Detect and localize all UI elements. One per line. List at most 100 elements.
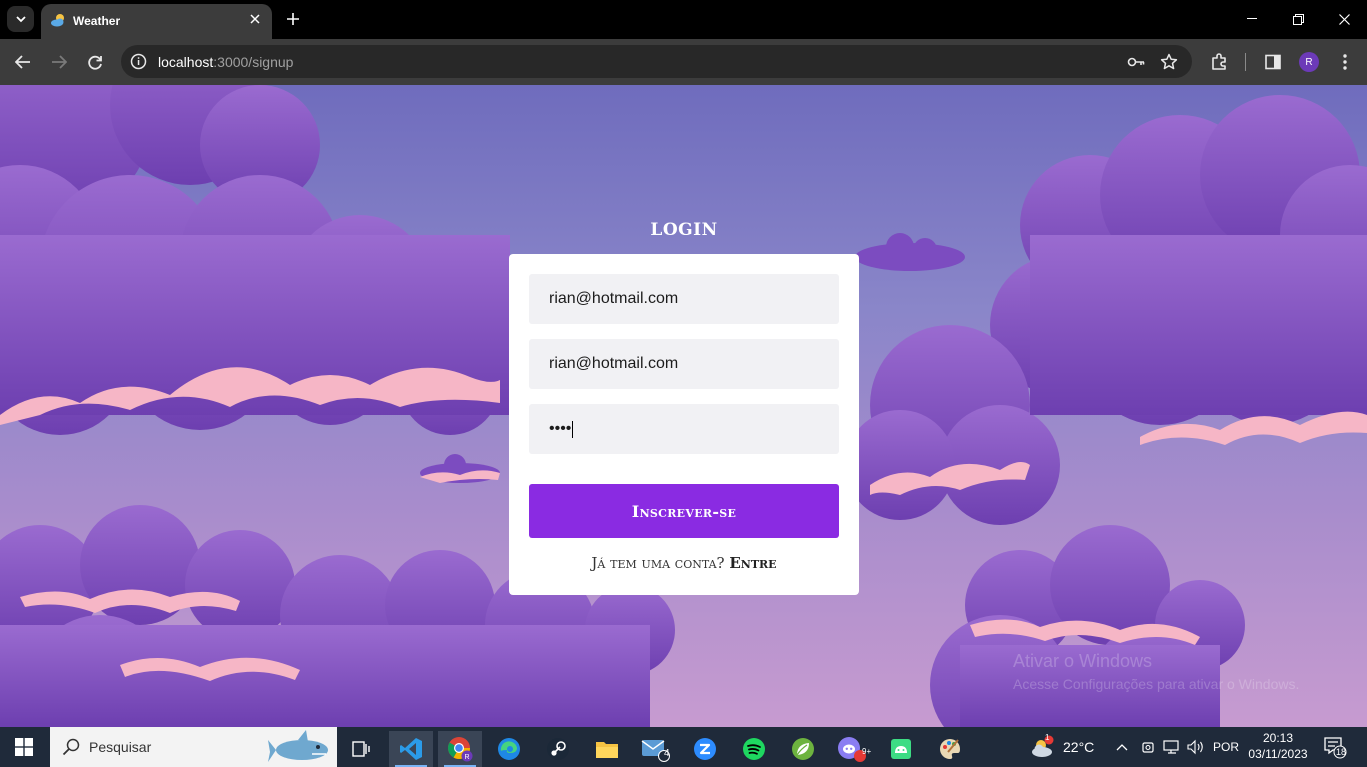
chrome-icon: R xyxy=(448,737,473,762)
reload-icon xyxy=(87,55,102,70)
folder-icon xyxy=(596,742,618,758)
camera-icon xyxy=(1142,742,1154,753)
plus-icon xyxy=(287,13,299,25)
extensions-button[interactable] xyxy=(1207,50,1231,74)
login-link[interactable]: Entre xyxy=(729,554,776,572)
url-host: localhost xyxy=(158,54,214,70)
more-vert-icon xyxy=(1343,54,1347,70)
weather-badge: 1 xyxy=(1045,733,1050,742)
spotify-icon xyxy=(743,738,765,760)
weather-favicon-icon xyxy=(51,14,64,27)
arrow-right-icon xyxy=(52,55,67,69)
system-clock[interactable]: 20:13 03/11/2023 xyxy=(1245,730,1311,762)
text-caret xyxy=(572,420,574,438)
taskbar-paint[interactable] xyxy=(928,731,972,767)
taskbar-spring-tool[interactable] xyxy=(781,731,825,767)
weather-cloud-icon xyxy=(1032,735,1054,757)
password-input[interactable]: •••• xyxy=(529,404,839,454)
password-input-value: •••• xyxy=(549,420,572,437)
task-view-icon xyxy=(352,741,370,757)
browser-toolbar: localhost:3000/signup R xyxy=(0,39,1367,85)
taskbar-spotify[interactable] xyxy=(732,731,776,767)
restore-button[interactable] xyxy=(1284,6,1312,32)
window-close-button[interactable] xyxy=(1330,6,1358,32)
notification-center-button[interactable]: 18 xyxy=(1323,727,1347,767)
taskbar-zoom[interactable] xyxy=(683,731,727,767)
new-tab-button[interactable] xyxy=(282,8,304,30)
notification-count: 18 xyxy=(1335,747,1346,757)
taskbar-edge[interactable] xyxy=(487,731,531,767)
email-input-value: rian@hotmail.com xyxy=(549,355,679,372)
tab-close-button[interactable] xyxy=(246,10,264,28)
windows-activation-subtitle: Acesse Configurações para ativar o Windo… xyxy=(1013,676,1300,692)
signup-page: Ativar o Windows Acesse Configurações pa… xyxy=(0,85,1367,727)
edge-icon xyxy=(498,738,520,760)
speaker-icon xyxy=(1187,739,1203,755)
weather-temperature: 22°C xyxy=(1063,739,1095,755)
login-switch-text: Já tem uma conta? xyxy=(591,554,725,572)
form-heading: LOGIN xyxy=(650,220,718,240)
minimize-icon xyxy=(1247,18,1257,19)
taskbar-chrome[interactable]: R xyxy=(438,731,482,767)
spring-leaf-icon xyxy=(792,738,814,760)
site-info-icon[interactable] xyxy=(130,53,147,70)
taskbar-android-studio[interactable] xyxy=(879,731,923,767)
name-input-value: rian@hotmail.com xyxy=(549,290,679,307)
taskbar-discord[interactable]: 9+ xyxy=(830,731,874,767)
meet-now-icon-button[interactable] xyxy=(1141,727,1155,767)
volume-button[interactable] xyxy=(1187,727,1205,767)
name-input[interactable]: rian@hotmail.com xyxy=(529,274,839,324)
zoom-icon xyxy=(694,738,716,760)
windows-logo-icon xyxy=(15,738,33,756)
taskbar-steam[interactable] xyxy=(536,731,580,767)
steam-icon xyxy=(547,738,569,760)
windows-activation-title: Ativar o Windows xyxy=(1013,651,1153,671)
task-view-button[interactable] xyxy=(339,731,383,767)
weather-widget[interactable]: 1 22°C xyxy=(1029,727,1094,767)
search-icon xyxy=(62,738,80,756)
taskbar-mail[interactable]: 4 xyxy=(634,731,678,767)
close-icon xyxy=(1338,13,1350,25)
show-hidden-icons-button[interactable] xyxy=(1116,727,1128,767)
forward-button[interactable] xyxy=(47,50,71,74)
chevron-down-icon xyxy=(15,15,26,22)
arrow-left-icon xyxy=(15,55,30,69)
taskbar-vscode[interactable] xyxy=(389,731,433,767)
browser-tab-weather[interactable]: Weather xyxy=(41,4,272,39)
svg-text:R: R xyxy=(464,754,469,761)
tab-title: Weather xyxy=(73,14,121,28)
star-icon[interactable] xyxy=(1160,53,1178,71)
browser-tab-strip: Weather xyxy=(0,0,1367,39)
url-text: localhost:3000/signup xyxy=(158,54,293,70)
minimize-button[interactable] xyxy=(1238,6,1266,32)
puzzle-icon xyxy=(1212,53,1226,70)
taskbar-search-placeholder: Pesquisar xyxy=(89,739,152,755)
discord-badge: 9+ xyxy=(862,747,872,756)
android-studio-icon xyxy=(891,739,911,759)
signup-card: rian@hotmail.com rian@hotmail.com •••• I… xyxy=(509,254,859,595)
search-highlight-shark-icon xyxy=(268,730,328,762)
paint-palette-icon xyxy=(940,739,960,759)
reload-button[interactable] xyxy=(83,50,107,74)
key-icon[interactable] xyxy=(1127,53,1145,71)
mail-badge: 4 xyxy=(664,748,670,759)
address-bar[interactable]: localhost:3000/signup xyxy=(121,45,1192,78)
network-icon xyxy=(1163,740,1179,754)
input-language[interactable]: POR xyxy=(1213,727,1239,767)
back-button[interactable] xyxy=(11,50,35,74)
start-button[interactable] xyxy=(0,727,48,767)
url-path: :3000/signup xyxy=(213,54,294,70)
email-input[interactable]: rian@hotmail.com xyxy=(529,339,839,389)
clock-time: 20:13 xyxy=(1262,731,1294,745)
close-icon xyxy=(250,14,260,24)
tab-search-button[interactable] xyxy=(7,6,34,32)
browser-menu-button[interactable] xyxy=(1333,50,1357,74)
restore-icon xyxy=(1292,13,1304,25)
taskbar-file-explorer[interactable] xyxy=(585,731,629,767)
chevron-up-icon xyxy=(1116,744,1128,751)
profile-avatar[interactable]: R xyxy=(1299,52,1319,72)
taskbar-search-box[interactable]: Pesquisar xyxy=(50,727,337,767)
signup-submit-button[interactable]: Inscrever-se xyxy=(529,484,839,538)
network-button[interactable] xyxy=(1163,727,1181,767)
side-panel-button[interactable] xyxy=(1261,50,1285,74)
